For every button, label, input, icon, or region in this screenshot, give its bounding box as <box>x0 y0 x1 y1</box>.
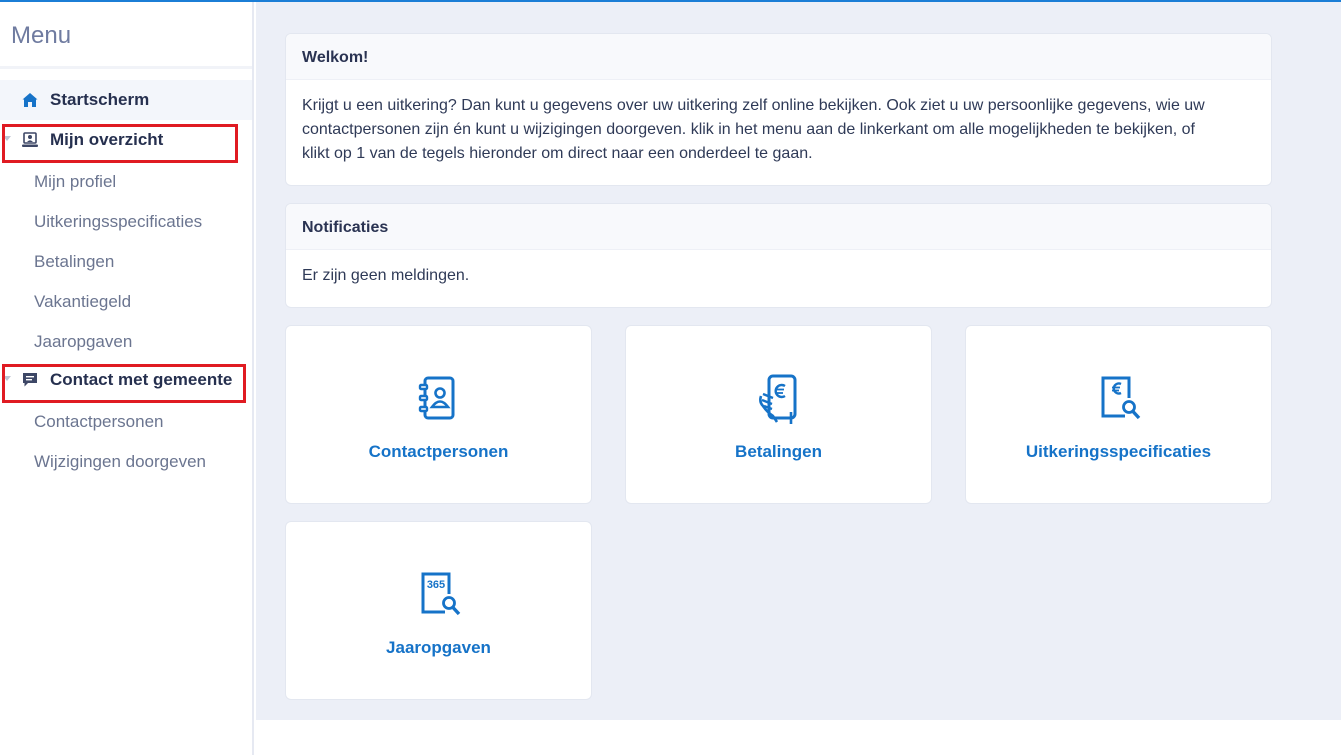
tile-icon-badge: 365 <box>427 579 445 591</box>
tile-betalingen[interactable]: Betalingen <box>625 325 932 504</box>
welcome-text-line: klikt op 1 van de tegels hieronder om di… <box>302 145 813 162</box>
menu-title: Menu <box>11 22 72 49</box>
home-icon <box>22 93 38 107</box>
tile-contactpersonen[interactable]: Contactpersonen <box>285 325 592 504</box>
euro-document-search-icon <box>1101 376 1141 420</box>
year-365-search-icon: 365 <box>421 572 461 616</box>
highlight-box-contact-met-gemeente <box>2 364 246 403</box>
notifications-title: Notificaties <box>286 204 1271 250</box>
welcome-card: Welkom! Krijgt u een uitkering? Dan kunt… <box>285 33 1272 186</box>
sidebar-subitem-wijzigingen-doorgeven[interactable]: Wijzigingen doorgeven <box>34 452 206 472</box>
welcome-text-line: Krijgt u een uitkering? Dan kunt u gegev… <box>302 97 1205 114</box>
tile-uitkeringsspecificaties[interactable]: Uitkeringsspecificaties <box>965 325 1272 504</box>
tile-label: Uitkeringsspecificaties <box>1025 442 1212 461</box>
sidebar-subitem-uitkeringsspecificaties[interactable]: Uitkeringsspecificaties <box>34 212 202 232</box>
notifications-card: Notificaties Er zijn geen meldingen. <box>285 203 1272 308</box>
phone-euro-icon <box>759 374 797 424</box>
notifications-text: Er zijn geen meldingen. <box>302 267 470 284</box>
tile-label: Jaaropgaven <box>386 638 491 657</box>
sidebar-subitem-jaaropgaven[interactable]: Jaaropgaven <box>34 332 132 352</box>
welcome-title: Welkom! <box>286 34 1271 80</box>
main-content: Welkom! Krijgt u een uitkering? Dan kunt… <box>256 2 1341 720</box>
sidebar-subitem-contactpersonen[interactable]: Contactpersonen <box>34 412 163 432</box>
sidebar-subitem-vakantiegeld[interactable]: Vakantiegeld <box>34 292 131 312</box>
tile-label: Contactpersonen <box>368 442 509 461</box>
tile-jaaropgaven[interactable]: 365 Jaaropgaven <box>285 521 592 700</box>
welcome-text-line: contactpersonen zijn én kunt u wijziging… <box>302 121 1195 138</box>
sidebar-item-startscherm[interactable]: Startscherm <box>0 80 252 120</box>
tile-label: Betalingen <box>735 442 822 461</box>
menu-divider <box>0 66 252 69</box>
sidebar-subitem-betalingen[interactable]: Betalingen <box>34 252 114 272</box>
welcome-text: Krijgt u een uitkering? Dan kunt u gegev… <box>286 80 1271 180</box>
sidebar-item-label: Startscherm <box>50 90 150 109</box>
sidebar-subitem-mijn-profiel[interactable]: Mijn profiel <box>34 172 116 192</box>
contact-book-icon <box>418 376 455 420</box>
highlight-box-mijn-overzicht <box>2 124 238 163</box>
page-bottom-area <box>256 720 1341 755</box>
